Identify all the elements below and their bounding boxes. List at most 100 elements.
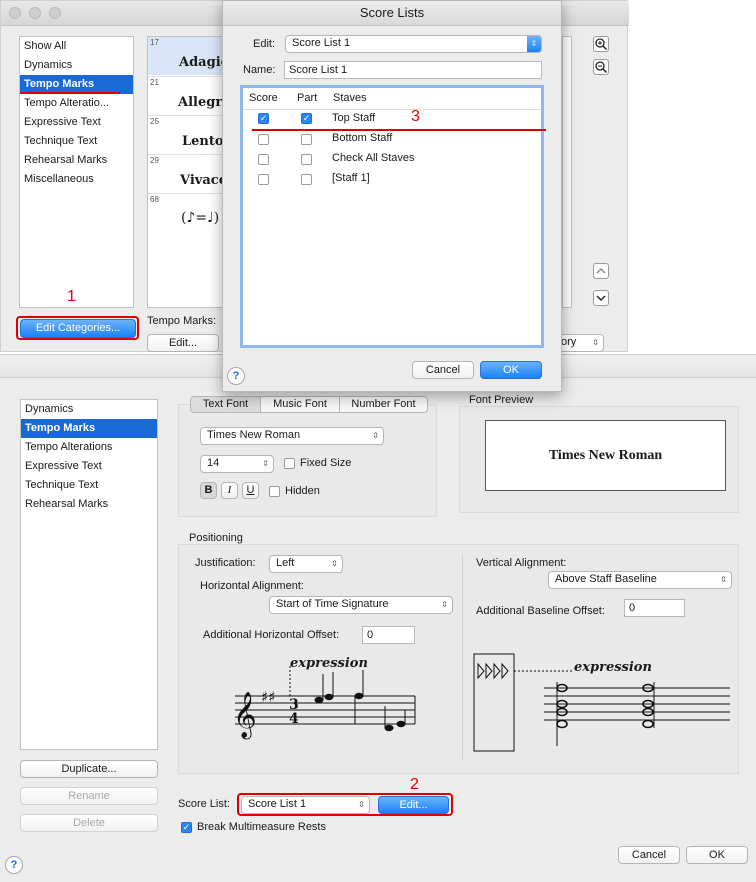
zoom-window-button[interactable]: [49, 7, 61, 19]
row-score-checkbox[interactable]: ✓: [258, 113, 269, 124]
category-item-selected[interactable]: Tempo Marks: [21, 419, 157, 438]
edit-expression-button[interactable]: Edit...: [147, 334, 219, 352]
horizontal-alignment-illustration: 𝄞 ♯♯ 3 4: [233, 666, 416, 740]
chevron-down-icon[interactable]: [593, 290, 609, 306]
palette-cell-number: 21: [150, 78, 159, 87]
vertical-alignment-illustration: [473, 653, 730, 752]
expression-palette[interactable]: 17 Adagio 21 Allegro 25 Lento 29 Vivace …: [147, 36, 231, 308]
category-item[interactable]: Expressive Text: [20, 113, 133, 132]
additional-horizontal-offset-label: Additional Horizontal Offset:: [203, 629, 340, 641]
column-staves[interactable]: Staves: [333, 88, 367, 108]
close-window-button[interactable]: [9, 7, 21, 19]
chevron-updown-icon: ⇳: [720, 575, 727, 584]
row-part-checkbox[interactable]: [301, 154, 312, 165]
palette-cell[interactable]: 21 Allegro: [148, 76, 231, 115]
font-size-select[interactable]: 14 ⇳: [200, 455, 274, 473]
additional-horizontal-offset-input[interactable]: 0: [362, 626, 415, 644]
main-cancel-button[interactable]: Cancel: [618, 846, 680, 864]
palette-cell[interactable]: 68 (♪=♩): [148, 193, 222, 232]
score-lists-titlebar: Score Lists: [223, 1, 561, 26]
category-item[interactable]: Technique Text: [21, 476, 157, 495]
palette-cell-number: 25: [150, 117, 159, 126]
additional-baseline-offset-input[interactable]: 0: [624, 599, 685, 617]
score-lists-name-label: Name:: [243, 64, 276, 76]
score-lists-cancel-button[interactable]: Cancel: [412, 361, 474, 379]
category-item[interactable]: Tempo Alteratio...: [20, 94, 133, 113]
category-item[interactable]: Show All: [20, 37, 133, 56]
tempo-marks-label: Tempo Marks:: [147, 315, 217, 327]
chevron-updown-icon: ⇳: [331, 559, 338, 568]
palette-cell[interactable]: 29 Vivace: [148, 154, 227, 193]
break-multimeasure-label: Break Multimeasure Rests: [197, 821, 326, 833]
tab-text-font[interactable]: Text Font: [191, 397, 261, 412]
row-staff-name: Bottom Staff: [332, 132, 393, 144]
category-item[interactable]: Rehearsal Marks: [21, 495, 157, 514]
staves-table-header: Score Part Staves: [243, 88, 541, 110]
palette-cell-label: Lento: [182, 134, 224, 149]
underline-button[interactable]: U: [242, 482, 259, 499]
row-score-checkbox[interactable]: [258, 134, 269, 145]
palette-cell-selected[interactable]: 17 Adagio: [148, 37, 229, 75]
positioning-divider: [462, 555, 463, 759]
chevron-up-icon[interactable]: [593, 263, 609, 279]
horizontal-alignment-select[interactable]: Start of Time Signature ⇳: [269, 596, 453, 614]
hidden-checkbox[interactable]: [269, 486, 280, 497]
vertical-alignment-select[interactable]: Above Staff Baseline ⇳: [548, 571, 732, 589]
italic-button[interactable]: I: [221, 482, 238, 499]
category-item[interactable]: Expressive Text: [21, 457, 157, 476]
horizontal-alignment-value: Start of Time Signature: [276, 598, 389, 610]
category-item[interactable]: Technique Text: [20, 132, 133, 151]
column-part[interactable]: Part: [297, 88, 317, 108]
help-icon-glyph: ?: [232, 370, 240, 382]
annotation-box-edit-categories: [16, 316, 139, 340]
row-part-checkbox[interactable]: [301, 134, 312, 145]
score-list-label: Score List:: [178, 798, 230, 810]
row-score-checkbox[interactable]: [258, 154, 269, 165]
category-item[interactable]: Dynamics: [20, 56, 133, 75]
category-item[interactable]: Rehearsal Marks: [20, 151, 133, 170]
row-part-checkbox[interactable]: ✓: [301, 113, 312, 124]
score-lists-title: Score Lists: [359, 5, 425, 20]
justification-select[interactable]: Left ⇳: [269, 555, 343, 573]
chevron-updown-icon: ⇳: [592, 338, 599, 347]
font-preview-text: Times New Roman: [548, 448, 663, 463]
score-lists-edit-value: Score List 1: [292, 37, 351, 49]
help-icon[interactable]: ?: [5, 856, 23, 874]
palette-cell-label: (♪=♩): [181, 210, 220, 226]
category-popup-text: ory: [561, 336, 577, 348]
tab-number-font[interactable]: Number Font: [340, 397, 427, 412]
row-score-checkbox[interactable]: [258, 174, 269, 185]
additional-baseline-offset-label: Additional Baseline Offset:: [476, 605, 605, 617]
zoom-out-icon[interactable]: [593, 59, 609, 75]
category-list[interactable]: Show All Dynamics Tempo Marks Tempo Alte…: [19, 36, 134, 308]
score-lists-ok-button[interactable]: OK: [480, 361, 542, 379]
break-multimeasure-checkbox[interactable]: ✓: [181, 822, 192, 833]
font-preview-label: Font Preview: [469, 394, 534, 406]
zoom-in-icon[interactable]: [593, 36, 609, 52]
score-lists-name-input[interactable]: Score List 1: [284, 61, 542, 79]
main-ok-button[interactable]: OK: [686, 846, 748, 864]
annotation-box-score-list: [237, 793, 453, 816]
category-item[interactable]: Miscellaneous: [20, 170, 133, 189]
justification-value: Left: [276, 557, 295, 569]
font-name-value: Times New Roman: [207, 429, 301, 441]
bold-button[interactable]: B: [200, 482, 217, 499]
category-item[interactable]: Dynamics: [21, 400, 157, 419]
column-score[interactable]: Score: [249, 88, 278, 108]
font-name-select[interactable]: Times New Roman ⇳: [200, 427, 384, 445]
font-tabs[interactable]: Text Font Music Font Number Font: [190, 396, 428, 413]
duplicate-button[interactable]: Duplicate...: [20, 760, 158, 778]
annotation-number-3: 3: [411, 108, 420, 125]
tab-music-font[interactable]: Music Font: [261, 397, 340, 412]
fixed-size-checkbox[interactable]: [284, 458, 295, 469]
staves-table[interactable]: Score Part Staves: [240, 85, 544, 348]
main-category-list[interactable]: Dynamics Tempo Marks Tempo Alterations E…: [20, 399, 158, 750]
score-lists-edit-label: Edit:: [253, 38, 276, 50]
palette-cell[interactable]: 25 Lento: [148, 115, 224, 154]
row-part-checkbox[interactable]: [301, 174, 312, 185]
category-item[interactable]: Tempo Alterations: [21, 438, 157, 457]
minimize-window-button[interactable]: [29, 7, 41, 19]
score-lists-edit-select[interactable]: Score List 1 ⇳: [285, 35, 542, 53]
score-lists-help-icon[interactable]: ?: [227, 367, 245, 385]
annotation-underline-top-staff: [252, 129, 546, 131]
